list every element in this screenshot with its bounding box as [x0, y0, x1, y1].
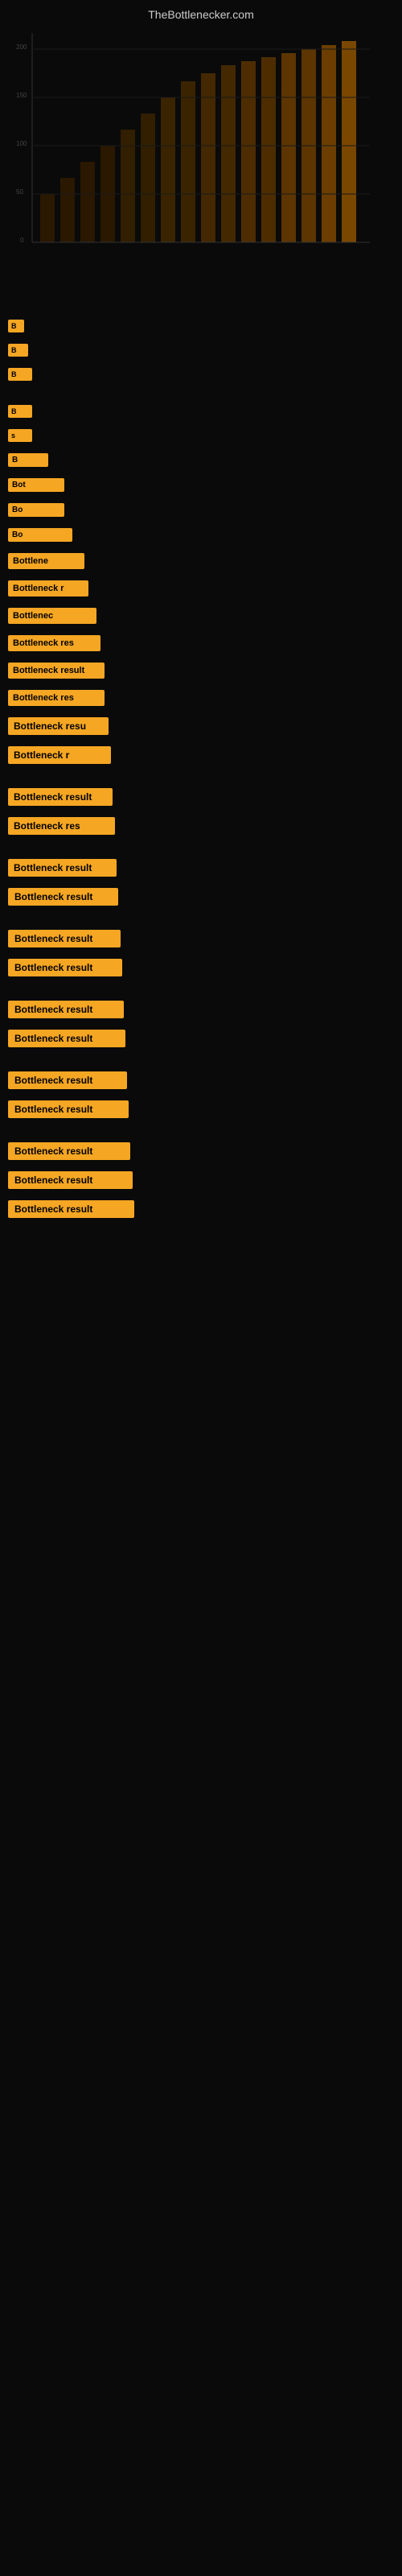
bottleneck-label: Bottleneck resu [8, 717, 109, 735]
bottleneck-label: Bottleneck result [8, 1100, 129, 1118]
bottleneck-label: Bottleneck result [8, 959, 122, 976]
bottleneck-label: Bottleneck res [8, 817, 115, 835]
bottleneck-label: Bottleneck result [8, 859, 117, 877]
bottleneck-item: Bo [0, 523, 402, 547]
bottleneck-label: Bottleneck result [8, 1200, 134, 1218]
bottleneck-item: B [0, 363, 402, 386]
bottleneck-label: Bottleneck result [8, 1001, 124, 1018]
bottleneck-item: Bottleneck r [0, 741, 402, 769]
bottleneck-item: B [0, 315, 402, 337]
bottleneck-label: B [8, 344, 28, 357]
bottleneck-label: Bottleneck r [8, 746, 111, 764]
bottleneck-label: B [8, 368, 32, 381]
bottleneck-item: Bottlenec [0, 603, 402, 629]
bottleneck-item: Bot [0, 473, 402, 497]
bottleneck-label: Bottleneck res [8, 635, 100, 651]
bottleneck-label: Bottleneck res [8, 690, 105, 706]
bottleneck-label: Bottleneck r [8, 580, 88, 597]
bottleneck-label: Bo [8, 503, 64, 517]
bottleneck-label: Bottlene [8, 553, 84, 569]
svg-text:200: 200 [16, 43, 27, 51]
bottleneck-label: Bottleneck result [8, 788, 113, 806]
bottleneck-label: Bottleneck result [8, 1030, 125, 1047]
bottleneck-item: Bo [0, 498, 402, 522]
bottleneck-label: Bottlenec [8, 608, 96, 624]
bottleneck-item: Bottleneck res [0, 685, 402, 711]
bottleneck-item: Bottleneck result [0, 996, 402, 1023]
bottleneck-item: Bottleneck result [0, 1067, 402, 1094]
bottleneck-item: Bottleneck result [0, 1025, 402, 1052]
svg-text:150: 150 [16, 92, 27, 99]
bottleneck-item: Bottleneck r [0, 576, 402, 601]
bottleneck-label: Bottleneck result [8, 930, 121, 947]
bottleneck-item: B [0, 339, 402, 361]
site-title: TheBottlenecker.com [0, 0, 402, 25]
bottleneck-list: BBBBsBBotBoBoBottleneBottleneck rBottlen… [0, 315, 402, 1241]
bottleneck-item: Bottleneck result [0, 1166, 402, 1194]
bottleneck-item: Bottleneck result [0, 954, 402, 981]
bottleneck-item: Bottleneck result [0, 658, 402, 683]
bottleneck-item: B [0, 448, 402, 472]
site-header: TheBottlenecker.com [0, 0, 402, 25]
bottleneck-item: Bottleneck result [0, 925, 402, 952]
svg-text:50: 50 [16, 188, 23, 196]
bottleneck-item: Bottleneck resu [0, 712, 402, 740]
bottleneck-label: Bot [8, 478, 64, 492]
bottleneck-item: B [0, 400, 402, 423]
bottleneck-label: Bo [8, 528, 72, 542]
svg-text:0: 0 [20, 237, 24, 244]
chart-area: 0 50 100 150 200 [0, 33, 402, 291]
bottleneck-item: s [0, 424, 402, 447]
bottleneck-item: Bottleneck res [0, 630, 402, 656]
bottleneck-label: Bottleneck result [8, 1171, 133, 1189]
bottleneck-item: Bottleneck result [0, 1096, 402, 1123]
bottleneck-item: Bottleneck res [0, 812, 402, 840]
bottleneck-item: Bottlene [0, 548, 402, 574]
bottleneck-item: Bottleneck result [0, 1195, 402, 1223]
bottleneck-label: B [8, 405, 32, 418]
bottleneck-item: Bottleneck result [0, 783, 402, 811]
bottleneck-item: Bottleneck result [0, 883, 402, 910]
bottleneck-label: Bottleneck result [8, 1142, 130, 1160]
bottleneck-item: Bottleneck result [0, 854, 402, 881]
bottleneck-label: s [8, 429, 32, 442]
bottleneck-item: Bottleneck result [0, 1137, 402, 1165]
bottleneck-label: B [8, 320, 24, 332]
bottleneck-label: B [8, 453, 48, 467]
bottleneck-label: Bottleneck result [8, 888, 118, 906]
bottleneck-label: Bottleneck result [8, 663, 105, 679]
bottleneck-label: Bottleneck result [8, 1071, 127, 1089]
svg-text:100: 100 [16, 140, 27, 147]
